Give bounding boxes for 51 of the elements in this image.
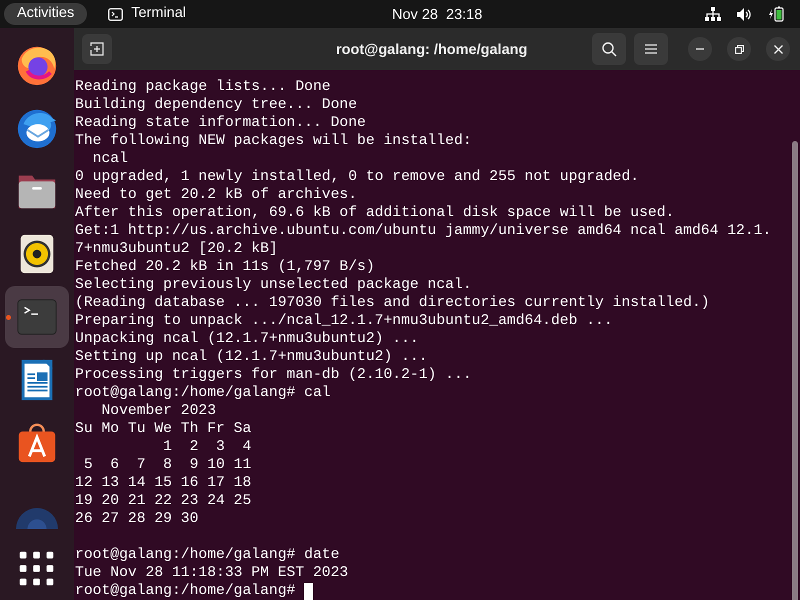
terminal-line: root@galang:/home/galang# cal bbox=[75, 384, 331, 402]
terminal-line: November 2023 bbox=[100, 402, 216, 420]
terminal-line: Selecting previously unselected package ncal. bbox=[75, 276, 472, 294]
terminal-line: 1 2 3 4 bbox=[162, 438, 252, 456]
app-name[interactable]: Terminal bbox=[131, 3, 186, 25]
terminal-line: Unpacking ncal (12.1.7+nmu3ubuntu2) ... bbox=[75, 330, 419, 348]
running-indicator bbox=[6, 315, 11, 320]
terminal-line: The following NEW packages will be installed: bbox=[75, 132, 472, 150]
search-button[interactable] bbox=[592, 33, 626, 65]
window-title: root@galang: /home/galang bbox=[336, 41, 528, 60]
terminal-line: root@galang:/home/galang# date bbox=[75, 546, 340, 564]
clock[interactable]: Nov 28 23:18 bbox=[392, 5, 482, 27]
maximize-button[interactable] bbox=[727, 37, 751, 61]
terminal-line: Reading state information... Done bbox=[75, 114, 366, 132]
terminal-line: 12 13 14 15 16 17 18 bbox=[75, 474, 252, 492]
menu-icon bbox=[645, 44, 657, 54]
battery-icon[interactable] bbox=[768, 6, 784, 22]
network-icon[interactable] bbox=[705, 7, 721, 21]
minimize-button[interactable] bbox=[688, 37, 712, 61]
terminal-line: Reading package lists... Done bbox=[75, 78, 331, 96]
activities-button[interactable]: Activities bbox=[4, 3, 88, 25]
terminal-line: root@galang:/home/galang# bbox=[75, 582, 296, 600]
menu-button[interactable] bbox=[634, 33, 668, 65]
new-tab-button[interactable] bbox=[82, 34, 112, 64]
terminal-line: Preparing to unpack .../ncal_12.1.7+nmu3ubuntu2_amd64.deb ... bbox=[75, 312, 613, 330]
terminal-area[interactable] bbox=[74, 70, 800, 600]
search-icon bbox=[602, 42, 616, 56]
terminal-line: Setting up ncal (12.1.7+nmu3ubuntu2) ... bbox=[75, 348, 428, 366]
terminal-line: 19 20 21 22 23 24 25 bbox=[75, 492, 252, 510]
volume-icon[interactable] bbox=[737, 8, 752, 20]
terminal-line: Fetched 20.2 kB in 11s (1,797 B/s) bbox=[75, 258, 375, 276]
terminal-line: Building dependency tree... Done bbox=[75, 96, 358, 114]
restore-icon bbox=[734, 44, 744, 54]
terminal-icon bbox=[108, 8, 124, 20]
scrollbar[interactable] bbox=[792, 141, 798, 600]
terminal-line: Processing triggers for man-db (2.10.2-1) ... bbox=[75, 366, 472, 384]
terminal-line: After this operation, 69.6 kB of additional disk space will be used. bbox=[75, 204, 674, 222]
terminal-line: ncal bbox=[92, 150, 128, 168]
close-icon bbox=[774, 44, 782, 54]
terminal-line: 26 27 28 29 30 bbox=[75, 510, 198, 528]
minimize-icon bbox=[696, 48, 704, 50]
terminal-line: Tue Nov 28 11:18:33 PM EST 2023 bbox=[75, 564, 348, 582]
terminal-line: 0 upgraded, 1 newly installed, 0 to remove and 255 not upgraded. bbox=[75, 168, 640, 186]
terminal-line: Need to get 20.2 kB of archives. bbox=[75, 186, 358, 204]
terminal-line: 7+nmu3ubuntu2 [20.2 kB] bbox=[75, 240, 278, 258]
close-button[interactable] bbox=[766, 37, 790, 61]
terminal-line: Su Mo Tu We Th Fr Sa bbox=[75, 420, 252, 438]
terminal-line: Get:1 http://us.archive.ubuntu.com/ubuntu jammy/universe amd64 ncal amd64 12.1. bbox=[75, 222, 772, 240]
terminal-line: (Reading database ... 197030 files and directories currently installed.) bbox=[75, 294, 710, 312]
terminal-line: 5 6 7 8 9 10 11 bbox=[82, 456, 252, 474]
new-tab-icon bbox=[90, 42, 104, 56]
